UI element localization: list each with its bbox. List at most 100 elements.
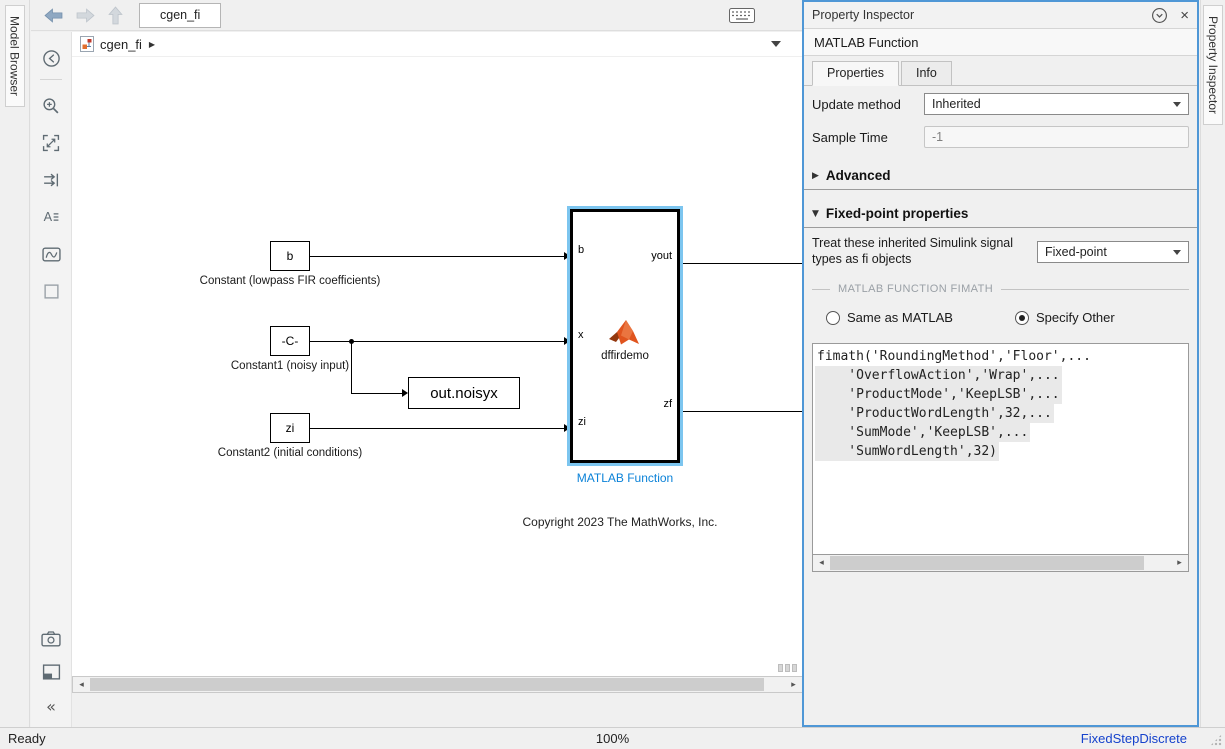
panel-layout-icon <box>42 663 61 681</box>
tab-properties[interactable]: Properties <box>812 61 899 86</box>
copyright-annotation: Copyright 2023 The MathWorks, Inc. <box>522 515 718 529</box>
route-signals-button[interactable] <box>40 169 62 191</box>
inspector-tabs: Properties Info <box>804 56 1197 86</box>
tab-info[interactable]: Info <box>900 61 952 86</box>
keyboard-icon <box>729 7 755 23</box>
up-arrow-icon <box>108 5 123 25</box>
solver-link[interactable]: FixedStepDiscrete <box>1081 731 1187 746</box>
collapse-toolbar-button[interactable]: « <box>40 695 62 717</box>
zoom-in-button[interactable] <box>40 95 62 117</box>
input-port-label: b <box>578 244 585 256</box>
palette-bottom-group: « <box>40 615 62 717</box>
panel-menu-button[interactable] <box>1151 7 1168 24</box>
output-port-label: zf <box>663 398 672 410</box>
navigation-toolbar: cgen_fi <box>31 0 803 31</box>
scroll-left-icon[interactable]: ◂ <box>73 677 90 692</box>
radio-specify-other[interactable] <box>1014 310 1029 325</box>
keyboard-shortcuts-button[interactable] <box>729 7 755 23</box>
back-button[interactable] <box>44 7 63 23</box>
fimath-code[interactable]: fimath('RoundingMethod','Floor',... 'Ove… <box>812 343 1189 556</box>
left-dock-strip: Model Browser <box>0 0 30 727</box>
block-caption: Constant (lowpass FIR coefficients) <box>199 275 381 287</box>
simulink-window: Model Browser Property Inspector cgen_fi… <box>0 0 1225 749</box>
scroll-left-icon[interactable]: ◂ <box>813 555 830 572</box>
block-caption: Constant1 (noisy input) <box>230 360 350 372</box>
property-inspector-panel: Property Inspector × MATLAB Function Pro… <box>802 0 1199 727</box>
model-icon <box>80 36 94 52</box>
matlab-function-name: dffirdemo <box>601 350 649 362</box>
scroll-right-icon[interactable]: ▸ <box>785 677 802 692</box>
fi-objects-value: Fixed-point <box>1045 244 1107 259</box>
fixed-point-section-header[interactable]: ▼ Fixed-point properties <box>804 197 1197 228</box>
advanced-section-header[interactable]: ▶ Advanced <box>804 159 1197 190</box>
radio-same-as-matlab-label: Same as MATLAB <box>847 310 953 326</box>
toolbar-separator <box>40 79 62 80</box>
fi-objects-select[interactable]: Fixed-point <box>1037 240 1189 263</box>
update-method-select[interactable]: Inherited <box>924 93 1189 115</box>
diagram-canvas[interactable]: b Constant (lowpass FIR coefficients) -C… <box>72 57 803 676</box>
fi-objects-row: Treat these inherited Simulink signal ty… <box>804 228 1197 271</box>
fimath-group-divider: MATLAB FUNCTION FIMATH <box>804 271 1197 297</box>
block-constant1[interactable]: -C- <box>270 326 310 356</box>
signal-wire <box>310 256 564 257</box>
wire-arrowhead <box>402 389 412 397</box>
chevron-down-icon <box>1173 102 1181 111</box>
breadcrumb-dropdown-icon[interactable] <box>771 41 781 52</box>
sample-time-label: Sample Time <box>812 129 888 145</box>
block-constant-b[interactable]: b <box>270 241 310 271</box>
fit-to-view-button[interactable] <box>40 132 62 154</box>
forward-button[interactable] <box>76 7 95 23</box>
camera-icon <box>41 630 61 647</box>
signal-wire <box>680 263 803 264</box>
zoom-in-icon <box>42 97 60 115</box>
code-line: 'ProductMode','KeepLSB',... <box>815 385 1062 405</box>
chevron-down-icon <box>1173 249 1181 259</box>
block-matlab-function[interactable]: b x zi yout zf dffirdemo <box>570 209 680 463</box>
output-port-label: yout <box>651 250 672 262</box>
sample-time-row: Sample Time -1 <box>804 119 1197 152</box>
signal-viewer-button[interactable] <box>40 243 62 265</box>
signal-wire <box>680 411 803 412</box>
code-line: 'SumMode','KeepLSB',... <box>815 423 1031 443</box>
svg-text:A: A <box>44 210 53 224</box>
update-method-row: Update method Inherited <box>804 86 1197 119</box>
editor-region: cgen_fi cgen_fi ▶ A « b Constant (lowpas… <box>31 0 803 727</box>
perspectives-button[interactable] <box>40 661 62 683</box>
up-to-parent-button[interactable] <box>108 5 123 25</box>
radio-same-as-matlab[interactable] <box>826 310 840 325</box>
scroll-right-icon[interactable]: ▸ <box>1171 555 1188 572</box>
browser-toggle-button[interactable] <box>40 47 62 69</box>
block-caption: Constant2 (initial conditions) <box>217 447 363 459</box>
forward-arrow-icon <box>76 7 95 23</box>
right-dock-strip: Property Inspector <box>1200 0 1225 727</box>
palette-toolbar: A « <box>31 32 72 727</box>
block-to-workspace[interactable]: out.noisyx <box>408 377 520 409</box>
scrollbar-thumb[interactable] <box>830 556 1144 571</box>
area-select-button[interactable] <box>40 280 62 302</box>
fimath-horizontal-scrollbar[interactable]: ◂ ▸ <box>812 555 1189 573</box>
signal-wire <box>351 341 352 393</box>
collapse-chevrons-icon: « <box>46 696 56 716</box>
input-port-label: zi <box>578 416 586 428</box>
input-port-label: x <box>578 329 584 341</box>
breadcrumb: cgen_fi ▶ <box>72 32 803 57</box>
close-panel-button[interactable]: × <box>1180 8 1189 23</box>
block-constant2[interactable]: zi <box>270 413 310 443</box>
pane-control-icon[interactable] <box>778 664 797 672</box>
annotation-button[interactable]: A <box>40 206 62 228</box>
scrollbar-thumb[interactable] <box>90 678 764 691</box>
scope-icon <box>41 246 61 263</box>
update-method-value: Inherited <box>932 97 981 111</box>
zoom-level: 100% <box>595 731 630 746</box>
expanded-arrow-icon: ▼ <box>812 208 819 219</box>
canvas-horizontal-scrollbar[interactable]: ◂ ▸ <box>72 676 803 693</box>
matlab-logo-icon <box>608 318 642 346</box>
screenshot-button[interactable] <box>40 627 62 649</box>
breadcrumb-model-name[interactable]: cgen_fi <box>100 37 142 52</box>
collapsed-arrow-icon: ▶ <box>812 170 819 181</box>
model-browser-tab[interactable]: Model Browser <box>4 5 25 108</box>
model-document-tab[interactable]: cgen_fi <box>139 2 222 28</box>
property-inspector-tab[interactable]: Property Inspector <box>1203 5 1223 126</box>
code-line: 'ProductWordLength',32,... <box>815 404 1054 424</box>
annotation-icon: A <box>42 208 60 226</box>
